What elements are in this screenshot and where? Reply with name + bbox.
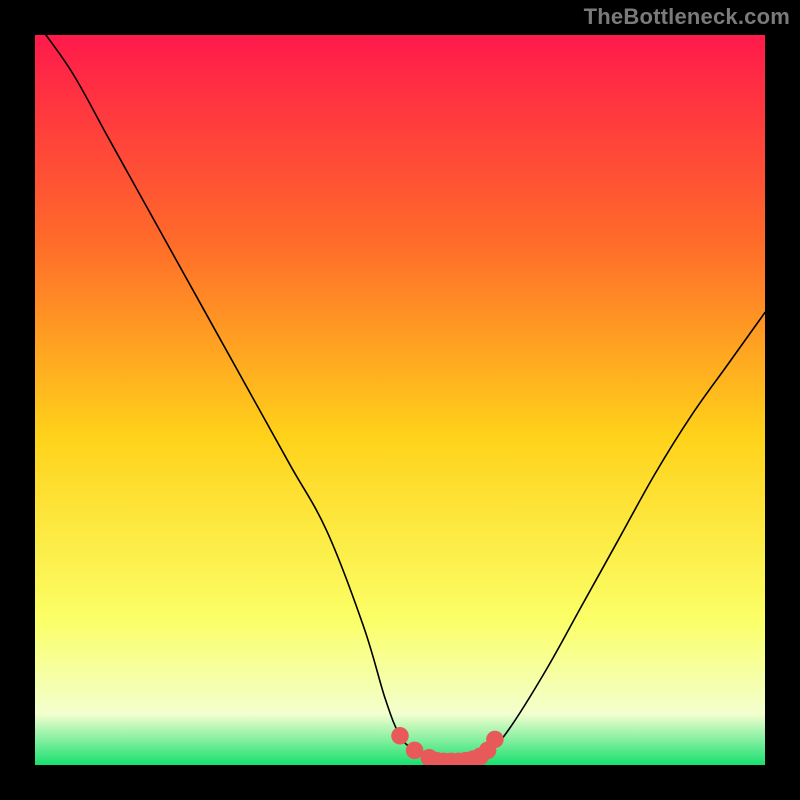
- bottleneck-chart: [35, 35, 765, 765]
- heatmap-background: [35, 35, 765, 765]
- optimal-marker: [391, 727, 409, 745]
- chart-frame: TheBottleneck.com: [0, 0, 800, 800]
- watermark-text: TheBottleneck.com: [584, 4, 790, 30]
- optimal-marker: [486, 731, 504, 749]
